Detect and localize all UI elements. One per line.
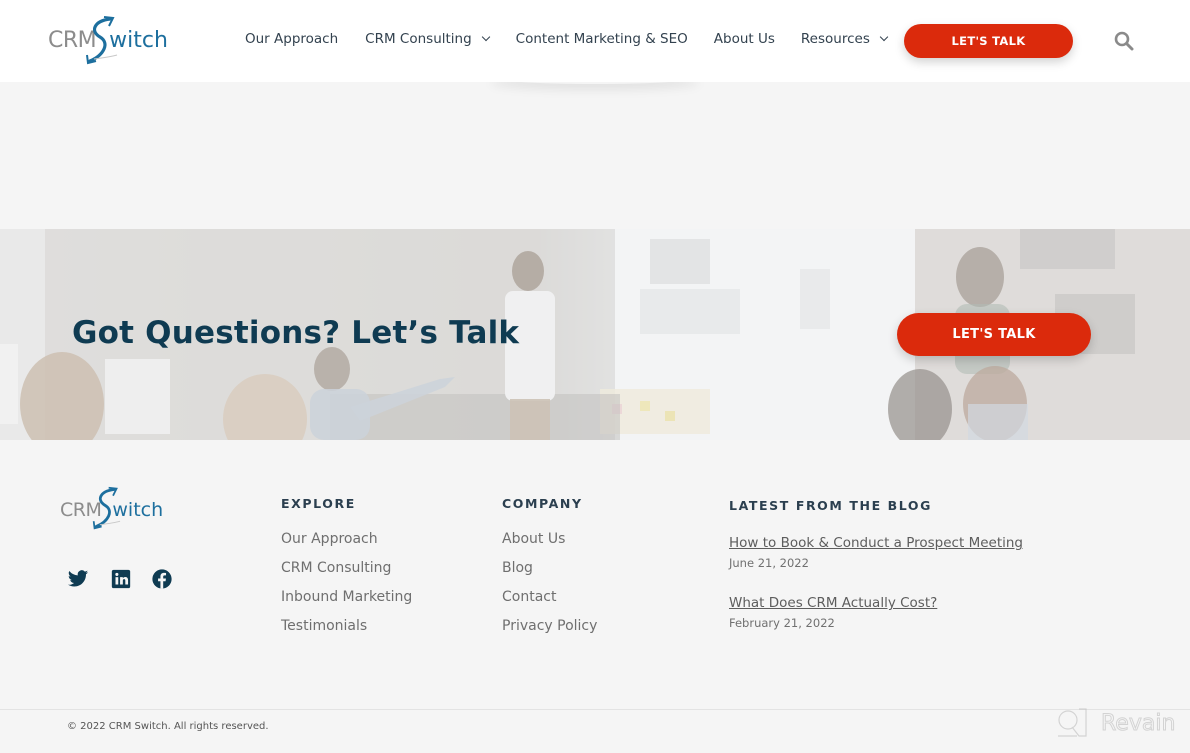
blog-post-date: February 21, 2022	[729, 616, 835, 630]
site-header: CRM witch Our Approach CRM Consulting Co…	[0, 0, 1190, 82]
company-links: About Us Blog Contact Privacy Policy	[502, 529, 597, 645]
blog-post-date: June 21, 2022	[729, 556, 809, 570]
nav-item-crm-consulting[interactable]: CRM Consulting	[365, 31, 490, 47]
nav-item-about-us[interactable]: About Us	[714, 31, 775, 47]
blog-post: What Does CRM Actually Cost? February 21…	[729, 595, 937, 630]
chevron-down-icon	[481, 32, 490, 42]
footer-divider	[0, 709, 1190, 710]
footer-link-our-approach[interactable]: Our Approach	[281, 529, 412, 558]
footer-logo[interactable]: CRM witch	[60, 486, 163, 531]
revain-watermark: Revain	[1055, 707, 1176, 739]
facebook-icon[interactable]	[151, 568, 173, 590]
cta-heading: Got Questions? Let’s Talk	[72, 315, 520, 351]
linkedin-icon[interactable]	[110, 568, 132, 590]
nav-item-label: About Us	[713, 31, 775, 47]
blog-post: How to Book & Conduct a Prospect Meeting…	[729, 535, 1023, 570]
lets-talk-banner-button[interactable]: LET'S TALK	[897, 313, 1091, 356]
footer-link-inbound-marketing[interactable]: Inbound Marketing	[281, 587, 412, 616]
nav-item-our-approach[interactable]: Our Approach	[245, 31, 338, 47]
header-logo[interactable]: CRM witch	[48, 16, 168, 65]
blog-heading: LATEST FROM THE BLOG	[729, 498, 933, 513]
blog-post-title-link[interactable]: How to Book & Conduct a Prospect Meeting	[729, 535, 1023, 551]
logo-switch-arrow-icon	[86, 16, 118, 65]
copyright-text: © 2022 CRM Switch. All rights reserved.	[67, 721, 269, 732]
nav-item-label: Resources	[800, 31, 870, 47]
revain-watermark-text: Revain	[1100, 710, 1176, 736]
explore-links: Our Approach CRM Consulting Inbound Mark…	[281, 529, 412, 645]
nav-item-label: Content Marketing & SEO	[515, 31, 688, 47]
footer-link-testimonials[interactable]: Testimonials	[281, 616, 412, 645]
footer-link-crm-consulting[interactable]: CRM Consulting	[281, 558, 412, 587]
footer-link-contact[interactable]: Contact	[502, 587, 597, 616]
footer-link-privacy-policy[interactable]: Privacy Policy	[502, 616, 597, 645]
blog-post-title-link[interactable]: What Does CRM Actually Cost?	[729, 595, 937, 611]
nav-item-label: Our Approach	[245, 31, 339, 47]
footer-link-blog[interactable]: Blog	[502, 558, 597, 587]
nav-item-content-marketing-seo[interactable]: Content Marketing & SEO	[516, 31, 688, 47]
logo-switch-arrow-icon	[92, 486, 121, 530]
lets-talk-header-button[interactable]: LET'S TALK	[904, 24, 1073, 58]
search-icon[interactable]	[1114, 31, 1134, 51]
twitter-icon[interactable]	[67, 568, 89, 590]
main-nav: Our Approach CRM Consulting Content Mark…	[245, 31, 889, 47]
revain-logo-icon	[1058, 708, 1087, 737]
nav-item-label: CRM Consulting	[365, 31, 472, 47]
cta-banner: Got Questions? Let’s Talk LET'S TALK	[0, 229, 1190, 440]
footer-link-about-us[interactable]: About Us	[502, 529, 597, 558]
chevron-down-icon	[879, 32, 889, 42]
explore-heading: EXPLORE	[281, 496, 356, 511]
nav-item-resources[interactable]: Resources	[800, 31, 889, 47]
company-heading: COMPANY	[502, 496, 583, 511]
